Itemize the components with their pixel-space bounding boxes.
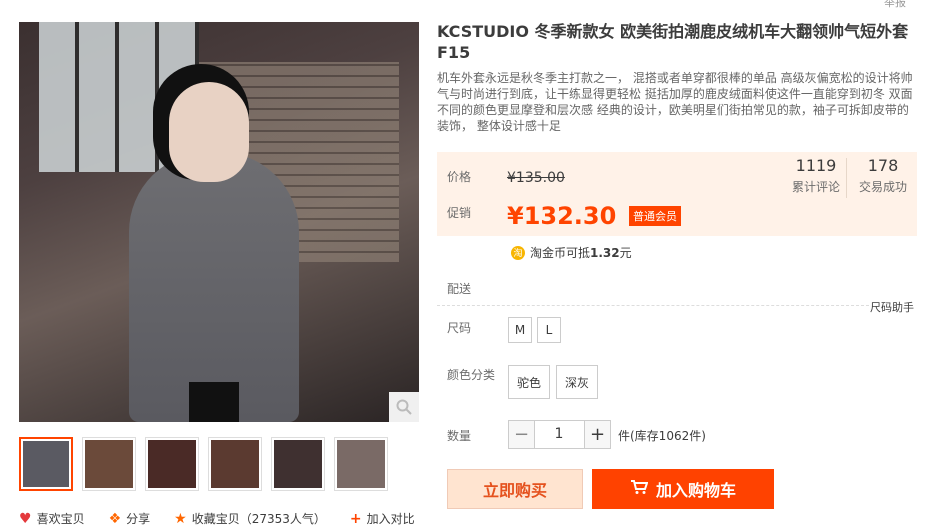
zoom-icon[interactable] [389, 392, 419, 422]
share-icon: ❖ [108, 510, 122, 527]
favorite-button[interactable]: ★ 收藏宝贝（27353人气） [174, 510, 326, 527]
like-button[interactable]: ♥ 喜欢宝贝 [19, 510, 85, 527]
thumbnail[interactable] [334, 437, 388, 491]
color-option-camel[interactable]: 驼色 [508, 365, 550, 399]
stock-info: 件(库存1062件) [618, 429, 706, 443]
thumbnail-strip [19, 437, 397, 491]
deals-stat: 178 交易成功 [855, 156, 911, 195]
reviews-count: 1119 [795, 156, 837, 175]
thumbnail[interactable] [208, 437, 262, 491]
product-title: KCSTUDIO 冬季新款女 欧美街拍潮鹿皮绒机车大翻领帅气短外套F15 [437, 22, 909, 62]
like-label: 喜欢宝贝 [36, 512, 85, 526]
price-panel: 价格 ¥135.00 促销 ¥132.30 普通会员 1119 累计评论 178… [437, 152, 917, 268]
image-model-head [169, 82, 249, 182]
thumbnail-image [211, 440, 259, 488]
original-price: ¥135.00 [507, 170, 565, 186]
size-option-l[interactable]: L [537, 317, 561, 343]
member-badge: 普通会员 [629, 206, 681, 226]
gallery-actions: ♥ 喜欢宝贝 ❖ 分享 ★ 收藏宝贝（27353人气） + 加入对比 [19, 510, 439, 527]
plus-icon: + [349, 510, 362, 527]
thumbnail-image [23, 441, 69, 487]
star-icon: ★ [174, 510, 187, 527]
size-helper-link[interactable]: 尺码助手 [870, 299, 914, 315]
divider [437, 305, 869, 306]
coin-unit: 元 [619, 246, 632, 260]
share-button[interactable]: ❖ 分享 [109, 510, 151, 527]
coin-value: 1.32 [590, 245, 620, 260]
add-to-cart-button[interactable]: 加入购物车 [592, 469, 774, 509]
thumbnail-image [274, 440, 322, 488]
quantity-decrease-button[interactable]: − [508, 420, 535, 449]
price-label: 价格 [447, 170, 472, 184]
deals-count: 178 [867, 156, 899, 175]
price-panel-footer [437, 236, 917, 268]
thumbnail-image [85, 440, 133, 488]
thumbnail-image [337, 440, 385, 488]
buy-now-button[interactable]: 立即购买 [447, 469, 583, 509]
thumbnail[interactable] [82, 437, 136, 491]
stats-divider [846, 158, 847, 198]
product-description: 机车外套永远是秋冬季主打款之一， 混搭或者单穿都很棒的单品 高级灰偏宽松的设计将… [437, 71, 913, 133]
thumbnail[interactable] [145, 437, 199, 491]
quantity-label: 数量 [447, 429, 472, 443]
size-label: 尺码 [447, 321, 472, 335]
compare-button[interactable]: + 加入对比 [350, 510, 415, 527]
report-link[interactable]: 举报 [884, 0, 906, 10]
share-label: 分享 [126, 512, 151, 526]
quantity-increase-button[interactable]: + [584, 420, 611, 449]
reviews-label: 累计评论 [791, 180, 840, 194]
taobao-coin-info: 淘 淘金币可抵 1.32 元 [511, 244, 632, 261]
add-to-cart-label: 加入购物车 [655, 481, 736, 500]
coin-text: 淘金币可抵 [530, 246, 591, 260]
favorite-label: 收藏宝贝（27353人气） [191, 512, 326, 526]
coin-icon: 淘 [511, 245, 525, 260]
thumbnail[interactable] [19, 437, 73, 491]
cart-icon [630, 479, 649, 499]
image-model-legs [189, 382, 239, 422]
main-product-image[interactable] [19, 22, 419, 422]
promo-price: ¥132.30 [507, 202, 617, 230]
reviews-stat[interactable]: 1119 累计评论 [791, 156, 841, 195]
quantity-input[interactable]: 1 [534, 420, 584, 449]
size-option-m[interactable]: M [508, 317, 532, 343]
compare-label: 加入对比 [366, 512, 415, 526]
delivery-label: 配送 [447, 282, 472, 296]
thumbnail[interactable] [271, 437, 325, 491]
deals-label: 交易成功 [858, 180, 907, 194]
color-option-dark-gray[interactable]: 深灰 [556, 365, 598, 399]
color-label: 颜色分类 [447, 368, 496, 382]
promo-label: 促销 [447, 206, 472, 220]
heart-icon: ♥ [19, 510, 32, 527]
thumbnail-image [148, 440, 196, 488]
